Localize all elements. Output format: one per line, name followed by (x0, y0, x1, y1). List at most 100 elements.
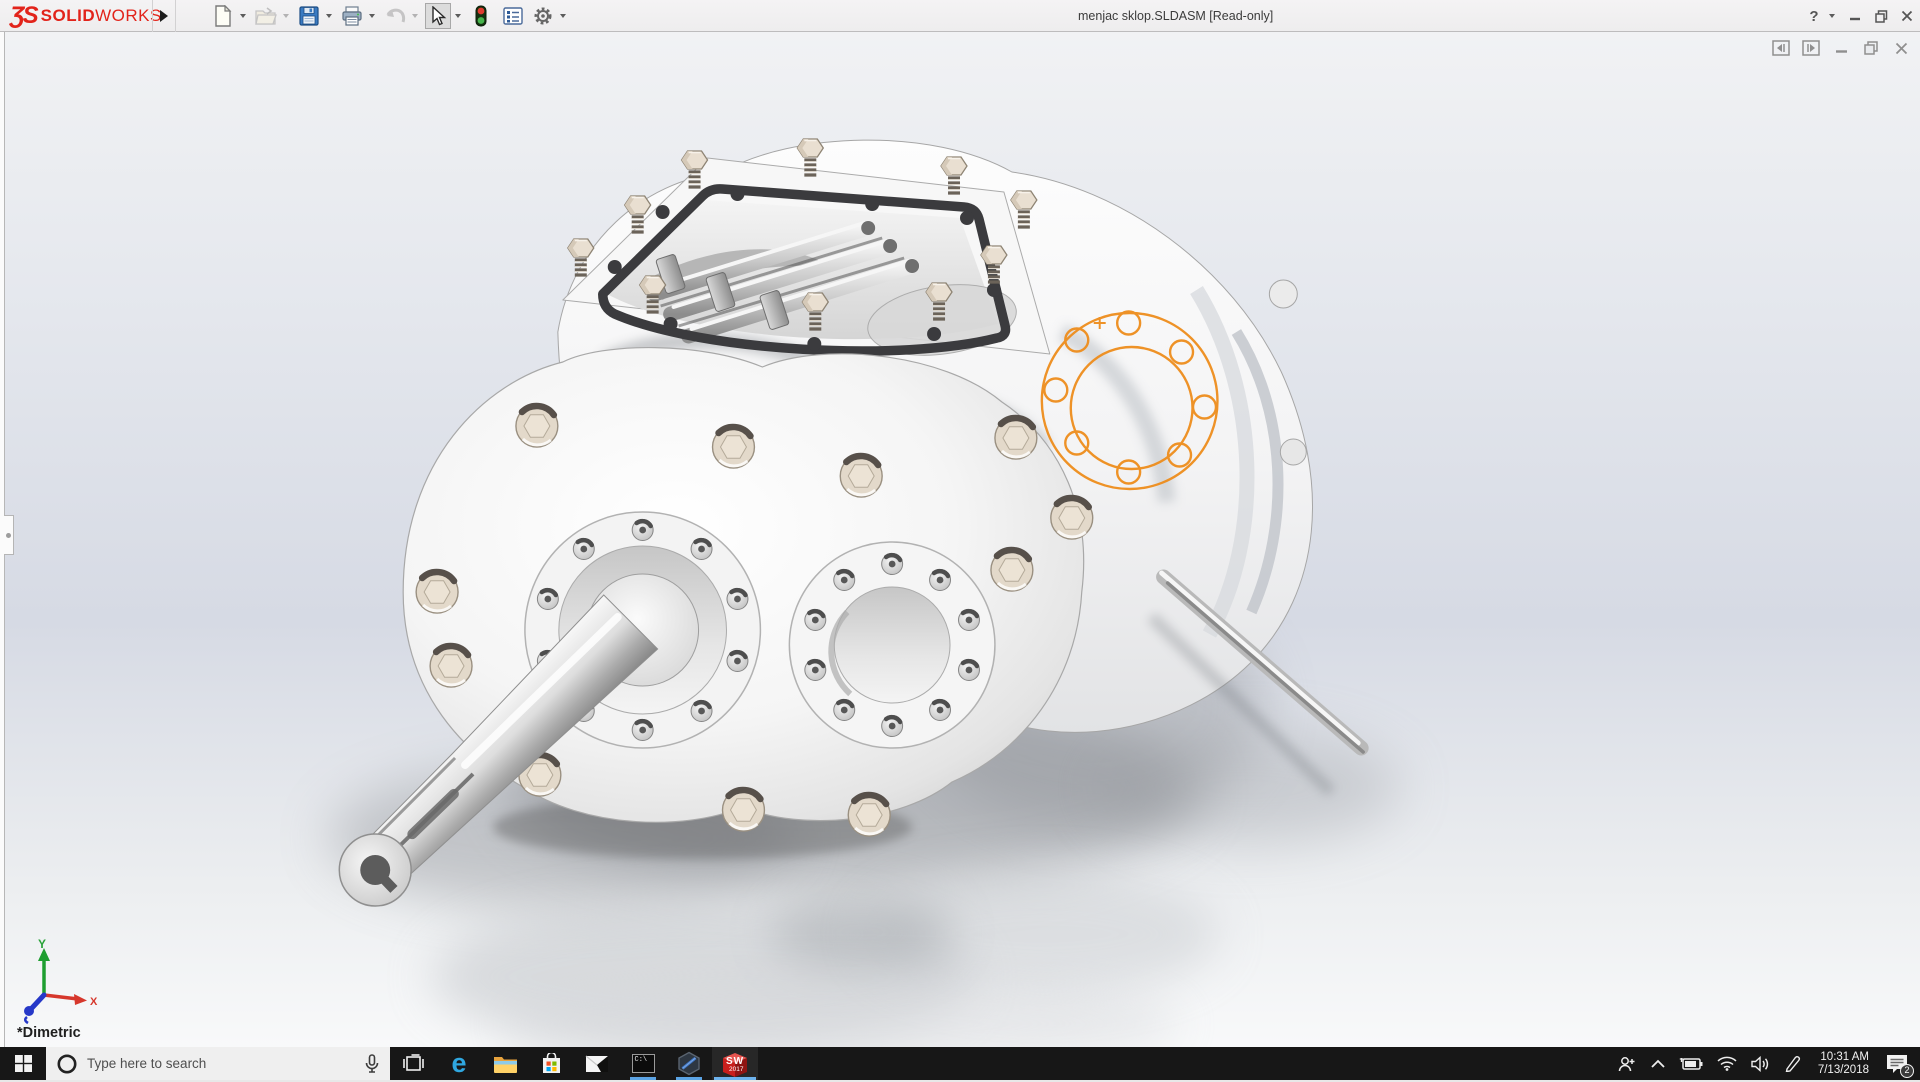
battery-button[interactable] (1672, 1047, 1710, 1080)
undo-arrow-icon (384, 6, 406, 26)
taskbar-app-file-explorer[interactable] (482, 1047, 528, 1080)
flyout-arrow-icon (160, 10, 168, 22)
save-floppy-icon (299, 6, 319, 26)
minimize-button[interactable] (1842, 0, 1868, 32)
pane-toggle-right-button[interactable] (1800, 38, 1822, 58)
traffic-light-icon (475, 5, 487, 27)
action-center-button[interactable]: 2 (1878, 1047, 1920, 1080)
windows-ink-button[interactable] (1777, 1047, 1809, 1080)
close-icon (1895, 42, 1908, 55)
people-button[interactable] (1610, 1047, 1644, 1080)
select-tool-dropdown[interactable] (451, 3, 464, 29)
chevron-down-icon (560, 14, 566, 18)
taskbar-clock[interactable]: 10:31 AM 7/13/2018 (1809, 1051, 1878, 1077)
pen-icon (1784, 1055, 1802, 1072)
task-view-icon (403, 1054, 424, 1073)
solidworks-icon: SW 2017 (720, 1051, 750, 1077)
chevron-down-icon (455, 14, 461, 18)
select-cursor-icon (429, 6, 447, 26)
edge-icon: e (451, 1050, 466, 1077)
windows-logo-icon (15, 1055, 32, 1072)
print-dropdown[interactable] (365, 3, 378, 29)
graphics-area[interactable]: Y X *Dimetric (0, 32, 1920, 1047)
taskbar-app-command-prompt[interactable]: C:\ (620, 1047, 666, 1080)
secondary-flange (789, 542, 995, 748)
new-document-icon (213, 5, 233, 27)
start-button[interactable] (0, 1047, 46, 1080)
doc-close-button[interactable] (1890, 38, 1912, 58)
options-button[interactable] (530, 3, 556, 29)
volume-button[interactable] (1744, 1047, 1777, 1080)
taskbar-app-solidworks[interactable]: SW 2017 (712, 1047, 758, 1080)
cortana-icon (56, 1053, 78, 1075)
solidworks-logo-mark: ƷS (10, 2, 37, 30)
panel-splitter-handle[interactable] (4, 515, 14, 555)
taskbar-app-store[interactable] (528, 1047, 574, 1080)
mail-icon (585, 1055, 609, 1073)
pane-toggle-left-button[interactable] (1770, 38, 1792, 58)
solidworks-icon-year: 2017 (729, 1066, 743, 1073)
splitter-dot-icon (6, 533, 11, 538)
close-button[interactable] (1894, 0, 1920, 32)
doc-restore-button[interactable] (1860, 38, 1882, 58)
open-document-dropdown[interactable] (279, 3, 292, 29)
restore-button[interactable] (1868, 0, 1894, 32)
chevron-down-icon (369, 14, 375, 18)
save-button[interactable] (296, 3, 322, 29)
taskbar-app-hexagon[interactable] (666, 1047, 712, 1080)
command-prompt-icon: C:\ (632, 1054, 655, 1073)
document-window-controls (1770, 38, 1912, 58)
new-document-dropdown[interactable] (236, 3, 249, 29)
view-orientation-label: *Dimetric (17, 1025, 81, 1041)
clock-time: 10:31 AM (1818, 1051, 1869, 1064)
new-document-button[interactable] (210, 3, 236, 29)
taskbar-app-edge[interactable]: e (436, 1047, 482, 1080)
search-input[interactable] (87, 1056, 364, 1071)
app-titlebar: ƷSSOLIDWORKS (0, 0, 1920, 32)
minimize-icon (1849, 10, 1861, 22)
3d-model-scene (4, 32, 1920, 1047)
restore-icon (1864, 41, 1878, 55)
print-button[interactable] (339, 3, 365, 29)
speaker-icon (1751, 1056, 1770, 1072)
chevron-down-icon (240, 14, 246, 18)
file-properties-button[interactable] (500, 3, 526, 29)
printer-icon (341, 6, 363, 26)
help-button[interactable]: ? (1803, 8, 1825, 25)
menu-flyout-arrow[interactable] (152, 0, 176, 32)
task-view-button[interactable] (390, 1047, 436, 1080)
taskbar-search[interactable] (46, 1047, 390, 1080)
open-folder-icon (255, 6, 277, 26)
chevron-up-icon (1651, 1059, 1665, 1068)
document-title: menjac sklop.SLDASM [Read-only] (1078, 0, 1273, 32)
windows-taskbar: e C:\ (0, 1047, 1920, 1080)
pane-right-icon (1802, 40, 1820, 56)
quick-access-toolbar (210, 0, 573, 32)
options-dropdown[interactable] (556, 3, 569, 29)
help-dropdown[interactable] (1825, 3, 1838, 29)
restore-icon (1875, 10, 1888, 23)
close-icon (1901, 10, 1913, 22)
taskbar-app-mail[interactable] (574, 1047, 620, 1080)
undo-button[interactable] (382, 3, 408, 29)
file-properties-icon (503, 7, 523, 25)
save-dropdown[interactable] (322, 3, 335, 29)
wifi-button[interactable] (1710, 1047, 1744, 1080)
system-tray: 10:31 AM 7/13/2018 2 (1610, 1047, 1920, 1080)
undo-dropdown[interactable] (408, 3, 421, 29)
microphone-icon[interactable] (364, 1054, 380, 1074)
chevron-down-icon (412, 14, 418, 18)
wifi-icon (1717, 1056, 1737, 1071)
orientation-triad: Y X (14, 935, 104, 1027)
people-icon (1617, 1055, 1637, 1073)
open-document-button[interactable] (253, 3, 279, 29)
gear-icon (532, 5, 554, 27)
chevron-down-icon (326, 14, 332, 18)
doc-minimize-button[interactable] (1830, 38, 1852, 58)
hidden-icons-button[interactable] (1644, 1047, 1672, 1080)
select-tool-button[interactable] (425, 3, 451, 29)
file-explorer-icon (493, 1054, 518, 1074)
chevron-down-icon (1829, 14, 1835, 18)
rebuild-button[interactable] (468, 3, 494, 29)
pane-left-icon (1772, 40, 1790, 56)
